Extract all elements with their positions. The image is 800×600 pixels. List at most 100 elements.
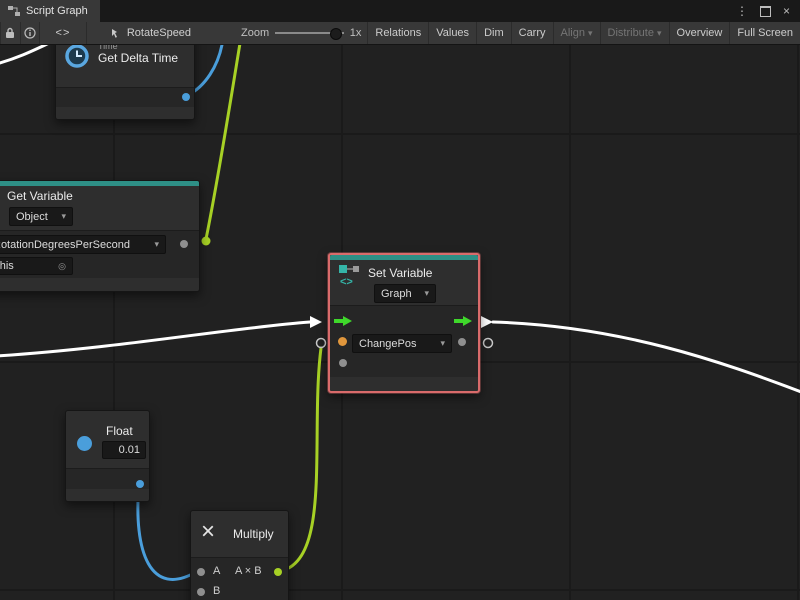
variable-value-output-port[interactable] <box>180 240 188 248</box>
flow-input-triangle-port[interactable] <box>310 316 322 328</box>
node-port-section: A A × B B <box>191 557 288 600</box>
graph-canvas[interactable]: Time Get Delta Time Get Variable Object … <box>0 45 800 600</box>
node-port-section: ChangePos ▾ <box>330 305 478 379</box>
toolbar-button-relations[interactable]: Relations <box>367 22 428 44</box>
toolbar-button-align[interactable]: Align ▾ <box>553 22 600 44</box>
object-picker-icon: ◎ <box>58 261 66 272</box>
zoom-slider[interactable] <box>275 26 344 40</box>
variable-target-field[interactable]: This ◎ <box>0 257 73 275</box>
node-footer <box>66 489 149 500</box>
svg-text:<>: <> <box>340 276 353 287</box>
multiply-input-a-port[interactable] <box>197 568 205 576</box>
close-icon[interactable]: × <box>783 4 790 18</box>
port-label-b: B <box>213 585 220 597</box>
tab-script-graph[interactable]: Script Graph <box>0 0 100 22</box>
zoom-value: 1x <box>350 27 362 39</box>
script-graph-asset-icon <box>111 28 122 39</box>
zoom-label: Zoom <box>241 27 269 39</box>
variable-name-dropdown[interactable]: RotationDegreesPerSecond ▾ <box>0 235 166 254</box>
wire-flow-into-set-variable[interactable] <box>0 322 310 356</box>
variable-name-dropdown[interactable]: ChangePos ▾ <box>352 334 452 353</box>
node-multiply[interactable]: × Multiply A A × B B <box>190 510 289 600</box>
lock-icon <box>5 27 15 39</box>
value-input-port[interactable] <box>338 337 347 346</box>
chevron-down-icon: ▾ <box>440 338 445 349</box>
clock-icon <box>64 45 90 72</box>
graph-name-button[interactable]: RotateSpeed <box>101 27 201 39</box>
graph-toolbar: <> RotateSpeed Zoom 1x Relations Values … <box>0 22 800 45</box>
fallback-input-port[interactable] <box>339 359 347 367</box>
button-label: Relations <box>375 27 421 39</box>
code-view-button[interactable]: <> <box>40 22 87 44</box>
wire-end-green-port[interactable] <box>202 237 211 246</box>
node-title: Get Variable <box>7 189 73 204</box>
flow-output-triangle-port[interactable] <box>481 316 493 328</box>
multiply-icon: × <box>201 521 215 543</box>
flow-input-arrow-icon[interactable] <box>334 316 352 326</box>
toolbar-button-values[interactable]: Values <box>428 22 476 44</box>
variable-kind-dropdown[interactable]: Graph ▾ <box>374 284 436 303</box>
node-port-section <box>66 468 149 491</box>
inspect-button[interactable] <box>21 22 41 44</box>
button-label: Full Screen <box>737 27 793 39</box>
toolbar-button-overview[interactable]: Overview <box>669 22 730 44</box>
lock-button[interactable] <box>0 22 21 44</box>
multiply-input-b-port[interactable] <box>197 588 205 596</box>
node-get-delta-time[interactable]: Time Get Delta Time <box>55 45 195 120</box>
toolbar-button-fullscreen[interactable]: Full Screen <box>729 22 800 44</box>
button-label: Distribute <box>608 27 654 39</box>
code-icon: <> <box>56 27 71 39</box>
wire-value-rotation-speed[interactable] <box>206 45 241 239</box>
delta-time-output-port[interactable] <box>182 93 190 101</box>
node-accent-bar <box>330 255 478 260</box>
value-output-port[interactable] <box>458 338 466 346</box>
toolbar-button-dim[interactable]: Dim <box>476 22 511 44</box>
value-input-circle-port[interactable] <box>317 339 326 348</box>
info-icon <box>24 27 36 39</box>
maximize-icon[interactable] <box>760 6 771 17</box>
port-label-result: A × B <box>235 565 262 577</box>
float-type-icon <box>77 436 92 451</box>
multiply-output-port[interactable] <box>274 568 282 576</box>
float-output-port[interactable] <box>136 480 144 488</box>
button-label: Overview <box>677 27 723 39</box>
dropdown-value: RotationDegreesPerSecond <box>0 239 130 251</box>
field-value: This <box>0 260 14 272</box>
value-output-circle-port[interactable] <box>484 339 493 348</box>
button-label: Carry <box>519 27 546 39</box>
window-controls: ⋮ × <box>736 0 800 22</box>
zoom-slider-knob[interactable] <box>330 28 342 40</box>
set-variable-icon: <> <box>338 263 362 290</box>
node-title: Float <box>106 424 133 439</box>
node-title: Set Variable <box>368 266 432 281</box>
graph-name-label: RotateSpeed <box>127 27 191 39</box>
node-set-variable[interactable]: <> Set Variable Graph ▾ ChangePos <box>328 253 480 393</box>
node-accent-bar <box>0 181 199 186</box>
wire-flow-topleft[interactable] <box>0 45 58 64</box>
button-label: Values <box>436 27 469 39</box>
node-footer <box>56 107 194 118</box>
node-port-section <box>56 87 194 109</box>
flow-output-arrow-icon[interactable] <box>454 316 472 326</box>
chevron-down-icon: ▾ <box>657 28 662 39</box>
unity-window: Script Graph ⋮ × <> <box>0 0 800 600</box>
node-port-section: RotationDegreesPerSecond ▾ This ◎ <box>0 230 199 280</box>
chevron-down-icon: ▾ <box>424 288 429 299</box>
port-label-a: A <box>213 565 220 577</box>
chevron-down-icon: ▾ <box>154 239 159 250</box>
node-footer <box>0 278 199 290</box>
toolbar-button-carry[interactable]: Carry <box>511 22 553 44</box>
node-float[interactable]: Float 0.01 <box>65 410 150 502</box>
dropdown-value: ChangePos <box>359 338 417 350</box>
dropdown-value: Object <box>16 211 48 223</box>
button-label: Align <box>561 27 585 39</box>
float-value-input[interactable]: 0.01 <box>102 441 146 459</box>
tab-bar: Script Graph ⋮ × <box>0 0 800 22</box>
wire-flow-out-of-set-variable[interactable] <box>493 322 800 393</box>
node-get-variable[interactable]: Get Variable Object ▾ RotationDegreesPer… <box>0 180 200 292</box>
tabbar-spacer <box>100 0 736 22</box>
variable-kind-dropdown[interactable]: Object ▾ <box>9 207 73 226</box>
toolbar-button-distribute[interactable]: Distribute ▾ <box>600 22 669 44</box>
chevron-down-icon: ▾ <box>61 211 66 222</box>
kebab-menu-icon[interactable]: ⋮ <box>736 4 748 18</box>
